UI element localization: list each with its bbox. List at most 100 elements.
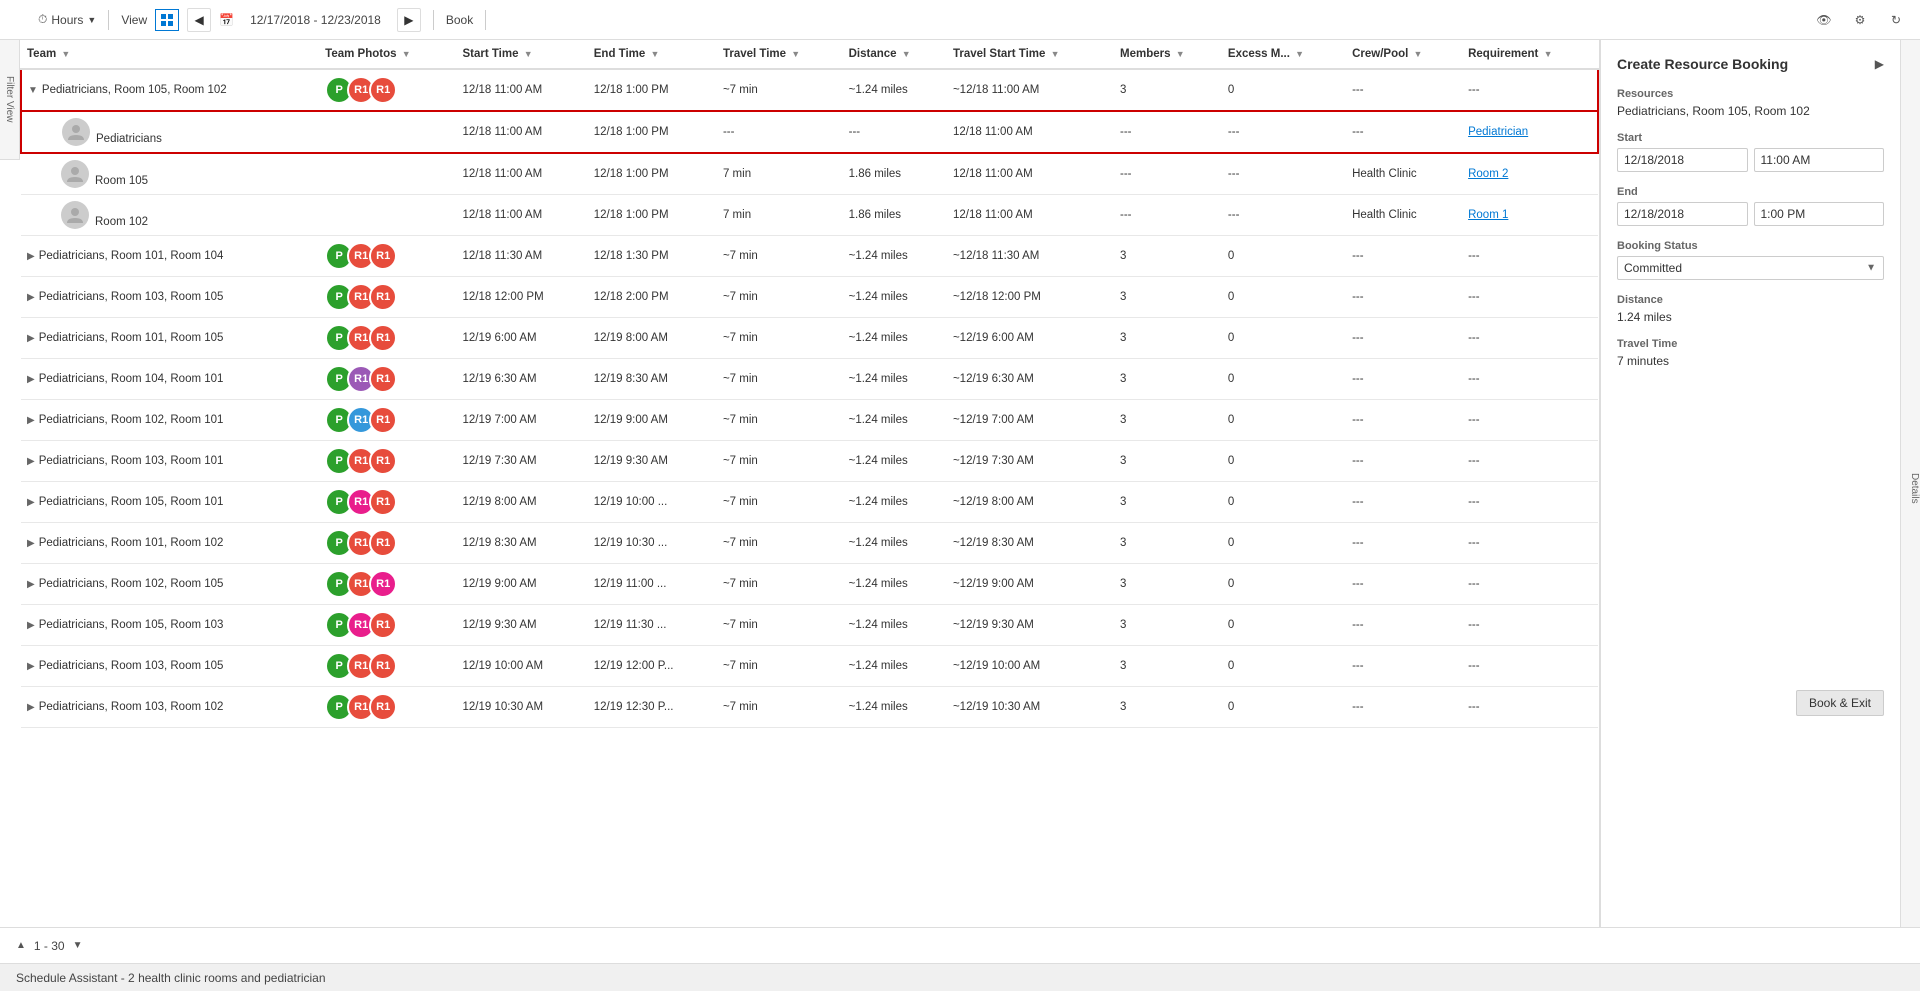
requirement-cell: --- <box>1462 318 1598 359</box>
col-excess-m[interactable]: Excess M... ▼ <box>1222 40 1346 69</box>
team-photos-cell: PR1R1 <box>319 277 456 318</box>
details-tab[interactable]: Details <box>1900 40 1920 927</box>
booking-status-select[interactable]: Committed Tentative Cancelled <box>1617 256 1884 280</box>
travel-time-value: 7 minutes <box>1617 354 1884 368</box>
page-down-btn[interactable]: ▼ <box>73 940 83 951</box>
col-requirement[interactable]: Requirement ▼ <box>1462 40 1598 69</box>
col-team-photos[interactable]: Team Photos ▼ <box>319 40 456 69</box>
end-date-input[interactable] <box>1617 202 1748 226</box>
requirement-link[interactable]: Room 2 <box>1468 168 1508 180</box>
requirement-cell: --- <box>1462 523 1598 564</box>
start-time-cell: 12/19 10:30 AM <box>456 687 587 728</box>
team-photos-cell: PR1R1 <box>319 687 456 728</box>
req-sort-arrow: ▼ <box>1544 49 1553 59</box>
crew-pool-cell: --- <box>1346 564 1462 605</box>
end-time-cell: 12/18 1:30 PM <box>588 236 717 277</box>
start-date-input[interactable] <box>1617 148 1748 172</box>
expand-btn[interactable]: ▶ <box>27 538 35 549</box>
panel-end-section: End <box>1617 186 1884 226</box>
table-row[interactable]: ▶Pediatricians, Room 101, Room 104 PR1R1… <box>21 236 1598 277</box>
col-travel-time[interactable]: Travel Time ▼ <box>717 40 843 69</box>
table-row[interactable]: ▶Pediatricians, Room 102, Room 105 PR1R1… <box>21 564 1598 605</box>
travel-time-cell: ~7 min <box>717 687 843 728</box>
table-row[interactable]: ▼Pediatricians, Room 105, Room 102 PR1R1… <box>21 69 1598 111</box>
nav-next-btn[interactable]: ▶ <box>397 8 421 32</box>
excess-m-cell: --- <box>1222 195 1346 236</box>
nav-prev-btn[interactable]: ◀ <box>187 8 211 32</box>
team-cell: Pediatricians <box>21 111 319 153</box>
requirement-cell: Room 1 <box>1462 195 1598 236</box>
travel-time-cell: 7 min <box>717 153 843 195</box>
start-time-input[interactable] <box>1754 148 1885 172</box>
crew-pool-cell: Health Clinic <box>1346 195 1462 236</box>
col-crew-pool[interactable]: Crew/Pool ▼ <box>1346 40 1462 69</box>
expand-btn[interactable]: ▶ <box>27 497 35 508</box>
grid-area[interactable]: Team ▼ Team Photos ▼ Start Time ▼ End Ti… <box>20 40 1600 927</box>
table-row[interactable]: Room 105 12/18 11:00 AM 12/18 1:00 PM 7 … <box>21 153 1598 195</box>
travel-start-cell: ~12/18 12:00 PM <box>947 277 1114 318</box>
settings-icon-btn[interactable]: ⚙ <box>1846 6 1874 34</box>
expand-btn[interactable]: ▶ <box>27 620 35 631</box>
team-photos-cell: PR1R1 <box>319 441 456 482</box>
col-end-time[interactable]: End Time ▼ <box>588 40 717 69</box>
crew-sort-arrow: ▼ <box>1414 49 1423 59</box>
expand-btn[interactable]: ▶ <box>27 292 35 303</box>
end-time-input[interactable] <box>1754 202 1885 226</box>
distance-value: 1.24 miles <box>1617 310 1884 324</box>
expand-btn[interactable]: ▶ <box>27 374 35 385</box>
booking-status-wrap: Committed Tentative Cancelled ▼ <box>1617 256 1884 280</box>
requirement-cell: Room 2 <box>1462 153 1598 195</box>
expand-btn[interactable]: ▶ <box>27 661 35 672</box>
start-time-cell: 12/19 7:30 AM <box>456 441 587 482</box>
book-btn[interactable]: Book <box>446 13 473 27</box>
col-team[interactable]: Team ▼ <box>21 40 319 69</box>
requirement-link[interactable]: Room 1 <box>1468 209 1508 221</box>
view-selector[interactable]: View <box>121 13 147 27</box>
requirement-link[interactable]: Pediatrician <box>1468 126 1528 138</box>
team-cell: ▶Pediatricians, Room 102, Room 101 <box>21 400 319 441</box>
hours-selector[interactable]: ⏱ Hours ▼ <box>38 12 96 27</box>
excess-m-cell: 0 <box>1222 687 1346 728</box>
distance-cell: ~1.24 miles <box>843 523 947 564</box>
travel-time-cell: ~7 min <box>717 277 843 318</box>
eye-icon-btn[interactable]: 👁 <box>1810 6 1838 34</box>
expand-btn[interactable]: ▶ <box>27 579 35 590</box>
date-picker-icon[interactable]: 📅 <box>219 13 234 27</box>
table-row[interactable]: Pediatricians 12/18 11:00 AM 12/18 1:00 … <box>21 111 1598 153</box>
col-travel-start-time[interactable]: Travel Start Time ▼ <box>947 40 1114 69</box>
table-row[interactable]: ▶Pediatricians, Room 103, Room 102 PR1R1… <box>21 687 1598 728</box>
excess-m-cell: 0 <box>1222 441 1346 482</box>
expand-btn[interactable]: ▼ <box>28 85 38 96</box>
table-row[interactable]: ▶Pediatricians, Room 102, Room 101 PR1R1… <box>21 400 1598 441</box>
end-time-cell: 12/18 2:00 PM <box>588 277 717 318</box>
col-distance[interactable]: Distance ▼ <box>843 40 947 69</box>
refresh-icon-btn[interactable]: ↻ <box>1882 6 1910 34</box>
table-row[interactable]: ▶Pediatricians, Room 104, Room 101 PR1R1… <box>21 359 1598 400</box>
col-members[interactable]: Members ▼ <box>1114 40 1222 69</box>
table-row[interactable]: ▶Pediatricians, Room 101, Room 102 PR1R1… <box>21 523 1598 564</box>
book-exit-btn[interactable]: Book & Exit <box>1796 690 1884 716</box>
panel-expand-btn[interactable]: ▶ <box>1875 57 1884 71</box>
distance-cell: ~1.24 miles <box>843 69 947 111</box>
team-photos-cell: PR1R1 <box>319 359 456 400</box>
expand-btn[interactable]: ▶ <box>27 333 35 344</box>
col-start-time[interactable]: Start Time ▼ <box>456 40 587 69</box>
expand-btn[interactable]: ▶ <box>27 415 35 426</box>
table-row[interactable]: ▶Pediatricians, Room 105, Room 103 PR1R1… <box>21 605 1598 646</box>
table-row[interactable]: ▶Pediatricians, Room 105, Room 101 PR1R1… <box>21 482 1598 523</box>
expand-btn[interactable]: ▶ <box>27 702 35 713</box>
table-row[interactable]: ▶Pediatricians, Room 103, Room 101 PR1R1… <box>21 441 1598 482</box>
page-up-btn[interactable]: ▲ <box>16 940 26 951</box>
expand-btn[interactable]: ▶ <box>27 456 35 467</box>
table-row[interactable]: ▶Pediatricians, Room 101, Room 105 PR1R1… <box>21 318 1598 359</box>
expand-btn[interactable]: ▶ <box>27 251 35 262</box>
table-row[interactable]: ▶Pediatricians, Room 103, Room 105 PR1R1… <box>21 277 1598 318</box>
table-row[interactable]: ▶Pediatricians, Room 103, Room 105 PR1R1… <box>21 646 1598 687</box>
filter-view-tab[interactable]: Filter View <box>0 40 20 160</box>
status-bar: Schedule Assistant - 2 health clinic roo… <box>0 963 1920 991</box>
grid-view-btn[interactable] <box>155 9 179 31</box>
table-row[interactable]: Room 102 12/18 11:00 AM 12/18 1:00 PM 7 … <box>21 195 1598 236</box>
travel-start-cell: ~12/19 6:30 AM <box>947 359 1114 400</box>
excess-m-cell: 0 <box>1222 523 1346 564</box>
travel-time-sort-arrow: ▼ <box>791 49 800 59</box>
